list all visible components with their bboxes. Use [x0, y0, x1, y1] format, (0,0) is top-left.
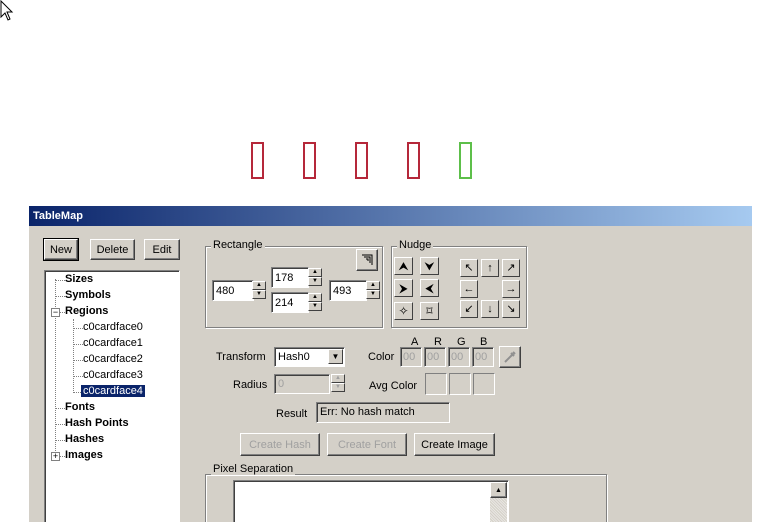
- avg-color-swatch-2: [449, 373, 471, 395]
- tree-item-hash-points[interactable]: Hash Points: [65, 417, 129, 429]
- color-label: Color: [368, 351, 395, 363]
- nudge-grow-down-button[interactable]: ⮟: [420, 257, 439, 275]
- rectangle-group-label: Rectangle: [211, 239, 265, 251]
- arrow-down-right-icon: ↘: [506, 303, 516, 315]
- nudge-shrink-all-button[interactable]: ⌑: [420, 302, 439, 320]
- move-up-right-button[interactable]: ↗: [502, 259, 520, 277]
- arrow-right-icon: →: [505, 283, 517, 295]
- region-outline-cardface3: [407, 142, 420, 179]
- nudge-shrink-left-button[interactable]: ⮜: [420, 279, 439, 297]
- move-down-button[interactable]: ↓: [481, 300, 499, 318]
- tree-item-fonts[interactable]: Fonts: [65, 401, 95, 413]
- color-b-input[interactable]: 00: [472, 347, 494, 367]
- rect-right-spin-up[interactable]: ▲: [366, 281, 380, 290]
- rect-top-input[interactable]: 178: [271, 267, 309, 288]
- transform-dropdown-button[interactable]: ▼: [328, 349, 343, 364]
- tree-item-region[interactable]: c0cardface0: [83, 321, 143, 333]
- rect-bottom-spin-up[interactable]: ▲: [308, 293, 322, 302]
- scroll-up-button[interactable]: ▲: [490, 482, 507, 498]
- result-label: Result: [276, 408, 308, 420]
- rect-left-spin-up[interactable]: ▲: [252, 281, 266, 290]
- tree-item-region[interactable]: c0cardface1: [83, 337, 143, 349]
- radius-spin-down[interactable]: ▼: [331, 383, 345, 392]
- tree-item-region-selected[interactable]: c0cardface4: [81, 385, 145, 397]
- arrow-left-icon: ←: [463, 283, 475, 295]
- region-outline-cardface1: [303, 142, 316, 179]
- select-area-icon: [362, 254, 373, 265]
- result-field: Err: No hash match: [316, 402, 450, 423]
- rect-left-spin-down[interactable]: ▼: [252, 290, 266, 299]
- color-g-input[interactable]: 00: [448, 347, 470, 367]
- expand-icon[interactable]: +: [51, 452, 60, 461]
- tree-item-regions[interactable]: Regions: [65, 305, 108, 317]
- pixel-separation-textarea[interactable]: [233, 480, 509, 522]
- arrow-up-left-icon: ↖: [464, 262, 474, 274]
- tree-item-sizes[interactable]: Sizes: [65, 273, 93, 285]
- nudge-grow-all-button[interactable]: ✧: [394, 302, 413, 320]
- color-r-input[interactable]: 00: [424, 347, 446, 367]
- mouse-cursor-icon: [0, 0, 14, 21]
- rect-left-input[interactable]: 480: [212, 280, 254, 301]
- color-a-input[interactable]: 00: [400, 347, 422, 367]
- shrink-left-icon: ⮜: [425, 281, 434, 295]
- move-left-button[interactable]: ←: [460, 280, 478, 298]
- arrow-up-right-icon: ↗: [506, 262, 516, 274]
- transform-label: Transform: [216, 351, 266, 363]
- grow-all-icon: ✧: [398, 304, 409, 318]
- color-picker-button[interactable]: [499, 346, 521, 368]
- move-down-left-button[interactable]: ↙: [460, 300, 478, 318]
- new-button[interactable]: New: [43, 238, 79, 261]
- grow-right-icon: ⮞: [399, 281, 408, 295]
- eyedropper-icon: [504, 351, 516, 363]
- nudge-group-label: Nudge: [397, 239, 434, 251]
- edit-button[interactable]: Edit: [144, 239, 180, 260]
- radius-input[interactable]: 0: [274, 374, 330, 394]
- avg-color-label: Avg Color: [369, 380, 418, 392]
- tree-item-region[interactable]: c0cardface3: [83, 369, 143, 381]
- tablemap-tree[interactable]: Sizes Symbols − Regions c0cardface0 c0ca…: [44, 270, 180, 522]
- create-font-button[interactable]: Create Font: [327, 433, 407, 456]
- nudge-grow-right-button[interactable]: ⮞: [394, 279, 413, 297]
- avg-color-swatch-1: [425, 373, 447, 395]
- move-right-button[interactable]: →: [502, 280, 520, 298]
- tablemap-window: TableMap New Delete Edit Sizes Symbols −…: [29, 206, 752, 522]
- move-up-button[interactable]: ↑: [481, 259, 499, 277]
- collapse-icon[interactable]: −: [51, 308, 60, 317]
- rect-top-spin-up[interactable]: ▲: [308, 268, 322, 277]
- pixel-separation-label: Pixel Separation: [211, 463, 296, 475]
- tree-item-region[interactable]: c0cardface2: [83, 353, 143, 365]
- create-image-button[interactable]: Create Image: [414, 433, 495, 456]
- arrow-down-icon: ↓: [487, 303, 493, 315]
- tree-item-symbols[interactable]: Symbols: [65, 289, 111, 301]
- region-outline-cardface0: [251, 142, 264, 179]
- arrow-up-icon: ↑: [487, 262, 493, 274]
- window-title[interactable]: TableMap: [29, 206, 752, 226]
- arrow-down-left-icon: ↙: [464, 303, 474, 315]
- rect-right-spin-down[interactable]: ▼: [366, 290, 380, 299]
- grow-down-icon: ⮟: [424, 259, 435, 273]
- tree-item-images[interactable]: Images: [65, 449, 103, 461]
- move-down-right-button[interactable]: ↘: [502, 300, 520, 318]
- chevron-down-icon: ▼: [331, 352, 340, 361]
- nudge-shrink-up-button[interactable]: ⮝: [394, 257, 413, 275]
- pick-region-button[interactable]: [356, 249, 378, 271]
- region-outline-cardface4-selected: [459, 142, 472, 179]
- rect-bottom-input[interactable]: 214: [271, 292, 309, 313]
- shrink-up-icon: ⮝: [398, 259, 409, 273]
- radius-spin-up[interactable]: ▲: [331, 374, 345, 383]
- scroll-up-arrow-icon: ▲: [495, 486, 502, 494]
- region-outline-cardface2: [355, 142, 368, 179]
- radius-label: Radius: [233, 379, 268, 391]
- avg-color-swatch-3: [473, 373, 495, 395]
- rect-top-spin-down[interactable]: ▼: [308, 277, 322, 286]
- create-hash-button[interactable]: Create Hash: [240, 433, 320, 456]
- tree-item-hashes[interactable]: Hashes: [65, 433, 104, 445]
- shrink-all-icon: ⌑: [426, 304, 433, 318]
- delete-button[interactable]: Delete: [90, 239, 135, 260]
- rect-right-input[interactable]: 493: [329, 280, 367, 301]
- move-up-left-button[interactable]: ↖: [460, 259, 478, 277]
- rect-bottom-spin-down[interactable]: ▼: [308, 302, 322, 311]
